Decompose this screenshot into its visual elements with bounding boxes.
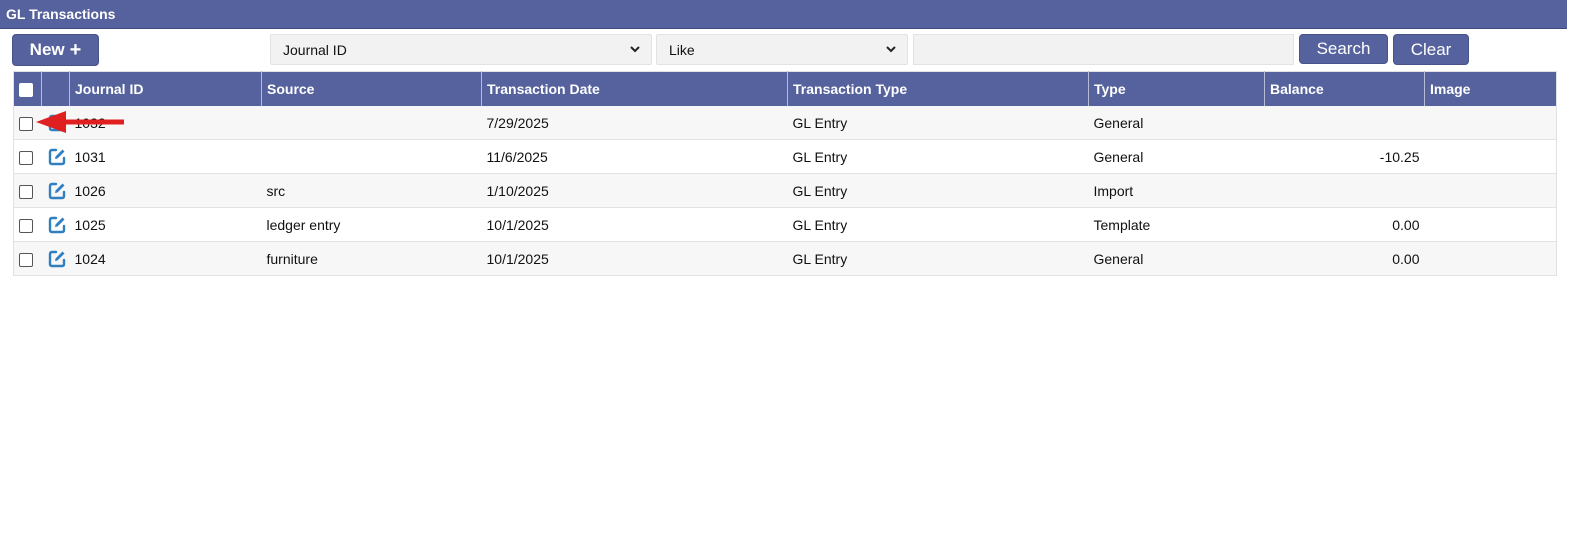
cell-image [1424, 106, 1557, 140]
cell-transaction-date: 7/29/2025 [481, 106, 788, 140]
clear-button[interactable]: Clear [1393, 34, 1469, 65]
search-field-select[interactable]: Journal ID [270, 34, 652, 65]
search-operator-select[interactable]: Like [656, 34, 908, 65]
cell-transaction-date: 1/10/2025 [481, 173, 788, 208]
cell-type: General [1088, 241, 1265, 276]
cell-balance [1264, 173, 1425, 208]
cell-balance [1264, 106, 1425, 140]
edit-icon[interactable] [47, 147, 67, 167]
edit-icon[interactable] [47, 249, 67, 269]
edit-column-header [41, 71, 70, 106]
select-all-cell [13, 71, 42, 106]
row-checkbox[interactable] [19, 218, 33, 233]
cell-image [1424, 139, 1557, 174]
search-operator-value: Like [669, 41, 695, 58]
select-all-checkbox[interactable] [19, 83, 33, 98]
cell-journal-id: 1024 [69, 241, 262, 276]
edit-icon[interactable] [47, 181, 67, 201]
cell-journal-id: 1026 [69, 173, 262, 208]
cell-transaction-date: 11/6/2025 [481, 139, 788, 174]
cell-transaction-type: GL Entry [787, 173, 1089, 208]
cell-balance: 0.00 [1264, 207, 1425, 242]
cell-source: furniture [261, 241, 482, 276]
cell-source: ledger entry [261, 207, 482, 242]
cell-balance: 0.00 [1264, 241, 1425, 276]
cell-source [261, 139, 482, 174]
table-row[interactable]: 1025 ledger entry 10/1/2025 GL Entry Tem… [13, 207, 1557, 242]
plus-icon: + [69, 38, 82, 61]
search-input[interactable] [913, 34, 1294, 65]
title-bar: GL Transactions [0, 0, 1567, 29]
cell-transaction-type: GL Entry [787, 241, 1089, 276]
column-header-balance[interactable]: Balance [1264, 71, 1425, 106]
toolbar: New + Journal ID Like Search Clear [0, 33, 1567, 69]
cell-transaction-date: 10/1/2025 [481, 241, 788, 276]
column-header-transaction-date[interactable]: Transaction Date [481, 71, 788, 106]
cell-source: src [261, 173, 482, 208]
row-checkbox[interactable] [19, 184, 33, 199]
cell-transaction-type: GL Entry [787, 207, 1089, 242]
red-arrow-icon [36, 111, 124, 133]
edit-icon[interactable] [47, 215, 67, 235]
cell-source [261, 106, 482, 140]
chevron-down-icon [886, 46, 896, 53]
column-header-image[interactable]: Image [1424, 71, 1557, 106]
transactions-table: Journal ID Source Transaction Date Trans… [13, 71, 1557, 276]
new-button-label: New [29, 40, 65, 59]
search-field-value: Journal ID [283, 41, 347, 58]
row-checkbox[interactable] [19, 252, 33, 267]
cell-type: General [1088, 139, 1265, 174]
row-checkbox[interactable] [19, 150, 33, 165]
new-button[interactable]: New + [12, 34, 99, 66]
cell-transaction-type: GL Entry [787, 106, 1089, 140]
cell-image [1424, 207, 1557, 242]
page-title: GL Transactions [6, 6, 116, 22]
cell-image [1424, 173, 1557, 208]
cell-type: Template [1088, 207, 1265, 242]
column-header-source[interactable]: Source [261, 71, 482, 106]
cell-journal-id: 1025 [69, 207, 262, 242]
cell-transaction-type: GL Entry [787, 139, 1089, 174]
search-button[interactable]: Search [1299, 34, 1388, 64]
cell-type: Import [1088, 173, 1265, 208]
row-checkbox[interactable] [19, 116, 33, 131]
table-row[interactable]: 1032 7/29/2025 GL Entry General [13, 106, 1557, 140]
column-header-journal-id[interactable]: Journal ID [69, 71, 262, 106]
table-row[interactable]: 1024 furniture 10/1/2025 GL Entry Genera… [13, 241, 1557, 276]
table-row[interactable]: 1031 11/6/2025 GL Entry General -10.25 [13, 139, 1557, 174]
chevron-down-icon [630, 46, 640, 53]
column-header-transaction-type[interactable]: Transaction Type [787, 71, 1089, 106]
cell-balance: -10.25 [1264, 139, 1425, 174]
table-header-row: Journal ID Source Transaction Date Trans… [13, 71, 1557, 106]
cell-type: General [1088, 106, 1265, 140]
cell-transaction-date: 10/1/2025 [481, 207, 788, 242]
table-row[interactable]: 1026 src 1/10/2025 GL Entry Import [13, 173, 1557, 208]
cell-image [1424, 241, 1557, 276]
column-header-type[interactable]: Type [1088, 71, 1265, 106]
cell-journal-id: 1031 [69, 139, 262, 174]
